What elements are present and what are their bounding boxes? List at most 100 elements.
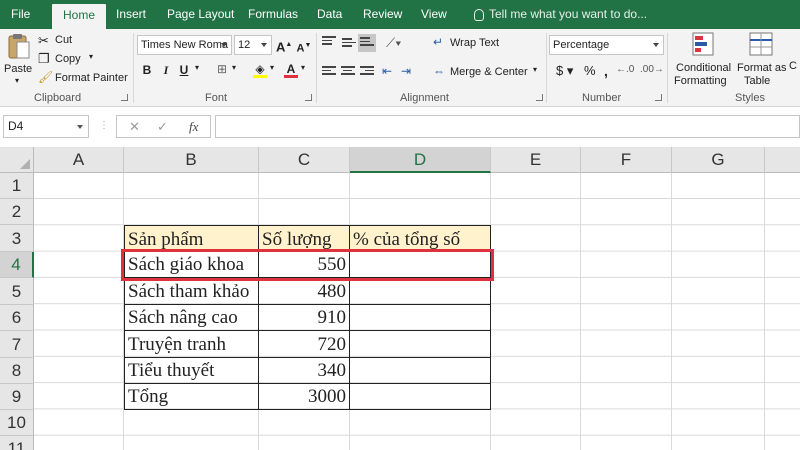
column-header-c[interactable]: C bbox=[259, 147, 350, 173]
formula-input[interactable] bbox=[215, 115, 800, 138]
column-header-b[interactable]: B bbox=[124, 147, 259, 173]
tab-home[interactable]: Home bbox=[52, 4, 107, 29]
number-format-dropdown[interactable]: Percentage bbox=[549, 35, 664, 55]
table-cell-quantity[interactable]: 3000 bbox=[259, 384, 350, 410]
fill-color-icon[interactable]: ◈ bbox=[252, 60, 268, 78]
table-cell-quantity[interactable]: 910 bbox=[259, 305, 350, 331]
decrease-indent-icon[interactable]: ⇤ bbox=[382, 64, 392, 78]
tab-view[interactable]: View bbox=[421, 0, 447, 29]
paste-button[interactable]: Paste ▾ bbox=[4, 33, 34, 89]
row-header-1[interactable]: 1 bbox=[0, 173, 34, 199]
tab-page-layout[interactable]: Page Layout bbox=[167, 0, 234, 29]
tab-data[interactable]: Data bbox=[317, 0, 342, 29]
insert-function-icon[interactable]: fx bbox=[189, 119, 198, 135]
table-cell-percent[interactable] bbox=[350, 331, 491, 358]
merge-center-button[interactable]: ⇔ Merge & Center ▾ bbox=[433, 64, 541, 81]
row-header-8[interactable]: 8 bbox=[0, 358, 34, 384]
row-header-3[interactable]: 3 bbox=[0, 225, 34, 252]
column-header-d[interactable]: D bbox=[350, 147, 491, 173]
row-header-5[interactable]: 5 bbox=[0, 278, 34, 305]
table-cell-product[interactable]: Sách tham khảo bbox=[124, 278, 259, 305]
format-painter-button[interactable]: 🖌 Format Painter bbox=[38, 70, 130, 87]
font-name-dropdown[interactable]: Times New Roma bbox=[137, 35, 232, 55]
underline-icon[interactable]: U bbox=[176, 61, 192, 79]
font-color-icon[interactable]: A bbox=[283, 60, 299, 78]
wrap-text-label: Wrap Text bbox=[450, 37, 500, 49]
row-header-11[interactable]: 11 bbox=[0, 436, 34, 450]
chevron-down-icon bbox=[221, 43, 227, 47]
align-right-icon[interactable] bbox=[360, 66, 374, 78]
tab-formulas[interactable]: Formulas bbox=[248, 0, 298, 29]
font-size-dropdown[interactable]: 12 bbox=[234, 35, 272, 55]
row-header-7[interactable]: 7 bbox=[0, 331, 34, 358]
orientation-icon[interactable]: ⟋▾ bbox=[386, 35, 401, 51]
currency-icon[interactable]: $ ▾ bbox=[556, 63, 573, 79]
row-header-2[interactable]: 2 bbox=[0, 199, 34, 225]
shrink-font-icon[interactable]: A▼ bbox=[296, 37, 312, 55]
chevron-down-icon[interactable]: ▾ bbox=[270, 63, 274, 72]
cut-button[interactable]: ✂ Cut bbox=[38, 33, 98, 49]
select-all-button[interactable] bbox=[0, 147, 34, 173]
align-top-icon[interactable] bbox=[322, 36, 336, 48]
row-header-6[interactable]: 6 bbox=[0, 305, 34, 331]
comma-style-icon[interactable]: , bbox=[604, 63, 608, 79]
table-header-percent[interactable]: % của tổng số bbox=[350, 225, 491, 252]
align-bottom-icon[interactable] bbox=[358, 34, 376, 52]
enter-icon[interactable]: ✓ bbox=[157, 119, 168, 135]
number-launcher-icon[interactable] bbox=[655, 94, 662, 101]
alignment-group-label: Alignment bbox=[400, 92, 449, 104]
decrease-decimal-icon[interactable]: .00→ bbox=[640, 64, 664, 75]
wrap-text-button[interactable]: ↵ Wrap Text bbox=[433, 35, 513, 52]
chevron-down-icon[interactable]: ▾ bbox=[301, 63, 305, 72]
table-cell-product[interactable]: Truyện tranh bbox=[124, 331, 259, 358]
table-cell-product[interactable]: Tổng bbox=[124, 384, 259, 410]
row-header-10[interactable]: 10 bbox=[0, 410, 34, 436]
table-cell-percent[interactable] bbox=[350, 384, 491, 410]
align-center-icon[interactable] bbox=[341, 66, 355, 78]
row-header-9[interactable]: 9 bbox=[0, 384, 34, 410]
clipboard-launcher-icon[interactable] bbox=[121, 94, 128, 101]
increase-indent-icon[interactable]: ⇥ bbox=[401, 64, 411, 78]
table-cell-product[interactable]: Tiểu thuyết bbox=[124, 358, 259, 384]
cancel-icon[interactable]: ✕ bbox=[129, 119, 140, 135]
chevron-down-icon[interactable]: ▾ bbox=[195, 63, 199, 72]
table-cell-quantity[interactable]: 340 bbox=[259, 358, 350, 384]
table-header-quantity[interactable]: Số lượng bbox=[259, 225, 350, 252]
conditional-formatting-button[interactable]: Conditional Formatting bbox=[672, 32, 734, 90]
table-cell-quantity[interactable]: 720 bbox=[259, 331, 350, 358]
table-cell-product[interactable]: Sách nâng cao bbox=[124, 305, 259, 331]
table-header-product[interactable]: Sản phẩm bbox=[124, 225, 259, 252]
grow-font-icon[interactable]: A▲ bbox=[276, 36, 292, 54]
copy-button[interactable]: ❐ Copy ▾ bbox=[38, 51, 108, 68]
align-left-icon[interactable] bbox=[322, 66, 336, 78]
table-cell-percent[interactable] bbox=[350, 358, 491, 384]
increase-decimal-icon[interactable]: ←.0 bbox=[616, 64, 634, 75]
column-header-f[interactable]: F bbox=[581, 147, 672, 173]
font-launcher-icon[interactable] bbox=[305, 94, 312, 101]
name-box[interactable]: D4 bbox=[3, 115, 89, 138]
table-cell-percent[interactable] bbox=[350, 278, 491, 305]
column-header-e[interactable]: E bbox=[491, 147, 581, 173]
format-as-table-button[interactable]: Format as Table bbox=[736, 32, 787, 90]
bold-icon[interactable]: B bbox=[139, 61, 155, 79]
table-cell-percent[interactable] bbox=[350, 305, 491, 331]
ribbon: Paste ▾ ✂ Cut ❐ Copy ▾ 🖌 Format Painter … bbox=[0, 29, 800, 107]
tab-review[interactable]: Review bbox=[363, 0, 402, 29]
align-middle-icon[interactable] bbox=[342, 38, 356, 50]
column-header-partial[interactable] bbox=[765, 147, 800, 173]
table-cell-quantity[interactable]: 480 bbox=[259, 278, 350, 305]
alignment-launcher-icon[interactable] bbox=[536, 94, 543, 101]
tell-me-search[interactable]: Tell me what you want to do... bbox=[474, 0, 647, 29]
resize-handle-icon[interactable]: ⋮ bbox=[99, 120, 109, 131]
formula-bar: D4 ⋮ ✕ ✓ fx bbox=[0, 115, 800, 139]
percent-icon[interactable]: % bbox=[584, 63, 596, 78]
row-header-4[interactable]: 4 bbox=[0, 252, 34, 278]
borders-icon[interactable]: ⊞ bbox=[214, 60, 230, 78]
column-header-g[interactable]: G bbox=[672, 147, 765, 173]
tab-file[interactable]: File bbox=[11, 0, 30, 29]
tab-insert[interactable]: Insert bbox=[116, 0, 146, 29]
chevron-down-icon[interactable]: ▾ bbox=[232, 63, 236, 72]
italic-icon[interactable]: I bbox=[158, 61, 174, 79]
column-header-a[interactable]: A bbox=[34, 147, 124, 173]
cell-styles-partial-label[interactable]: C bbox=[789, 60, 797, 72]
